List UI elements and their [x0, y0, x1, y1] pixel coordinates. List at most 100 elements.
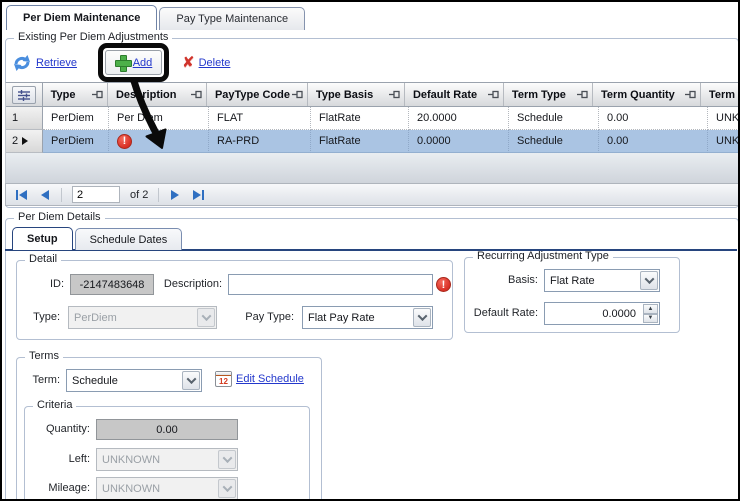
next-page-button[interactable] — [169, 188, 181, 202]
cell-description[interactable]: ! — [109, 130, 209, 153]
row-header[interactable]: 2 — [6, 130, 43, 153]
add-annotation-rect: Add — [98, 43, 169, 82]
column-label: Description — [115, 88, 177, 101]
cell-term-type[interactable]: Schedule — [509, 130, 599, 153]
column-label: Type — [50, 88, 76, 101]
left-combobox[interactable]: UNKNOWN — [96, 448, 238, 471]
basis-combobox[interactable]: Flat Rate — [544, 269, 660, 292]
cell-term-type[interactable]: Schedule — [509, 107, 599, 130]
edit-schedule-button[interactable]: 12 Edit Schedule — [215, 371, 304, 387]
tab-per-diem-maintenance[interactable]: Per Diem Maintenance — [6, 5, 158, 30]
cell-default-rate[interactable]: 20.0000 — [409, 107, 509, 130]
grid-header-row: Type Description PayType Code Type Basis… — [6, 83, 738, 107]
description-input[interactable] — [228, 274, 433, 295]
column-header-default-rate[interactable]: Default Rate — [404, 83, 504, 106]
retrieve-button[interactable]: Retrieve — [12, 53, 77, 73]
groupbox-label: Per Diem Details — [14, 211, 105, 223]
tab-schedule-dates[interactable]: Schedule Dates — [74, 228, 183, 250]
cell-term[interactable]: UNK — [708, 130, 738, 153]
column-header-term-type[interactable]: Term Type — [503, 83, 594, 106]
cell-paytype-code[interactable]: FLAT — [209, 107, 311, 130]
column-header-type[interactable]: Type — [42, 83, 108, 106]
row-selector-header[interactable] — [6, 83, 43, 106]
pin-icon[interactable] — [190, 90, 202, 99]
cell-default-rate[interactable]: 0.0000 — [409, 130, 509, 153]
groupbox-label: Existing Per Diem Adjustments — [14, 31, 173, 43]
edit-schedule-link-label: Edit Schedule — [236, 373, 304, 385]
column-label: PayType Code — [214, 88, 290, 101]
chevron-down-icon[interactable] — [640, 271, 658, 290]
spin-up-icon[interactable]: ▲ — [643, 304, 658, 314]
column-chooser-icon[interactable] — [11, 85, 36, 104]
description-error-icon: ! — [436, 277, 451, 292]
row-header[interactable]: 1 — [6, 107, 43, 130]
pin-icon[interactable] — [388, 90, 400, 99]
page-number-input[interactable] — [72, 186, 120, 203]
cell-type-basis[interactable]: FlatRate — [311, 107, 409, 130]
delete-button[interactable]: ✘ Delete — [182, 55, 230, 70]
grid-row-2-selected[interactable]: 2 PerDiem ! RA-PRD FlatRate 0.0000 Sched… — [6, 130, 738, 153]
cell-type-basis[interactable]: FlatRate — [311, 130, 409, 153]
main-tabstrip: Per Diem Maintenance Pay Type Maintenanc… — [6, 5, 306, 30]
column-label: Term — [708, 88, 736, 101]
pin-icon[interactable] — [487, 90, 499, 99]
mileage-combobox[interactable]: UNKNOWN — [96, 477, 238, 499]
last-page-button[interactable] — [191, 188, 206, 202]
active-row-pointer-icon — [22, 137, 29, 145]
delete-link-label: Delete — [198, 56, 231, 69]
spin-down-icon[interactable]: ▼ — [643, 313, 658, 323]
term-label: Term: — [32, 374, 61, 386]
quantity-label: Quantity: — [45, 423, 90, 435]
term-combobox[interactable]: Schedule — [66, 369, 202, 392]
chevron-down-icon[interactable] — [413, 308, 431, 327]
groupbox-label: Recurring Adjustment Type — [473, 250, 613, 262]
groupbox-label: Criteria — [33, 399, 77, 411]
groupbox-label: Terms — [25, 350, 63, 362]
description-label: Description: — [163, 278, 222, 290]
add-button[interactable]: Add — [105, 50, 162, 75]
tab-label: Per Diem Maintenance — [23, 12, 141, 24]
cell-term-quantity[interactable]: 0.00 — [599, 107, 708, 130]
row-number: 1 — [12, 112, 19, 124]
left-label: Left: — [68, 453, 90, 465]
default-rate-spinner[interactable]: 0.0000 ▲ ▼ — [544, 302, 660, 325]
column-header-type-basis[interactable]: Type Basis — [307, 83, 405, 106]
cell-description[interactable]: Per Diem — [109, 107, 209, 130]
pay-type-combobox[interactable]: Flat Pay Rate — [302, 306, 433, 329]
column-header-description[interactable]: Description — [107, 83, 207, 106]
chevron-down-icon[interactable] — [182, 371, 200, 390]
first-page-button[interactable] — [14, 188, 29, 202]
pay-type-label: Pay Type: — [245, 311, 294, 323]
tab-pay-type-maintenance[interactable]: Pay Type Maintenance — [159, 7, 306, 30]
column-header-term[interactable]: Term — [700, 83, 738, 106]
grid-pager: of 2 — [5, 183, 738, 206]
tab-label: Setup — [27, 233, 58, 245]
previous-page-button[interactable] — [39, 188, 51, 202]
add-plus-icon — [114, 55, 132, 72]
groupbox-label: Detail — [25, 253, 62, 265]
refresh-icon — [14, 55, 30, 71]
cell-paytype-code[interactable]: RA-PRD — [209, 130, 311, 153]
id-label: ID: — [49, 278, 64, 290]
cell-term[interactable]: UNK — [708, 107, 738, 130]
cell-type[interactable]: PerDiem — [43, 130, 109, 153]
pin-icon[interactable] — [291, 90, 303, 99]
column-header-term-quantity[interactable]: Term Quantity — [593, 83, 701, 106]
pin-icon[interactable] — [577, 90, 588, 99]
cell-type[interactable]: PerDiem — [43, 107, 109, 130]
column-label: Term Quantity — [601, 88, 675, 101]
chevron-down-icon[interactable] — [218, 479, 236, 498]
type-combobox[interactable]: PerDiem — [68, 306, 217, 329]
cell-term-quantity[interactable]: 0.00 — [599, 130, 708, 153]
app-window: Per Diem Maintenance Pay Type Maintenanc… — [0, 0, 740, 501]
basis-label: Basis: — [508, 274, 538, 286]
pin-icon[interactable] — [91, 90, 103, 99]
column-label: Type Basis — [315, 88, 374, 101]
tab-setup[interactable]: Setup — [12, 227, 73, 250]
grid-row-1[interactable]: 1 PerDiem Per Diem FLAT FlatRate 20.0000… — [6, 107, 738, 130]
chevron-down-icon[interactable] — [218, 450, 236, 469]
chevron-down-icon[interactable] — [197, 308, 215, 327]
pin-icon[interactable] — [684, 90, 696, 99]
column-header-paytype-code[interactable]: PayType Code — [206, 83, 308, 106]
pager-separator — [61, 187, 62, 202]
